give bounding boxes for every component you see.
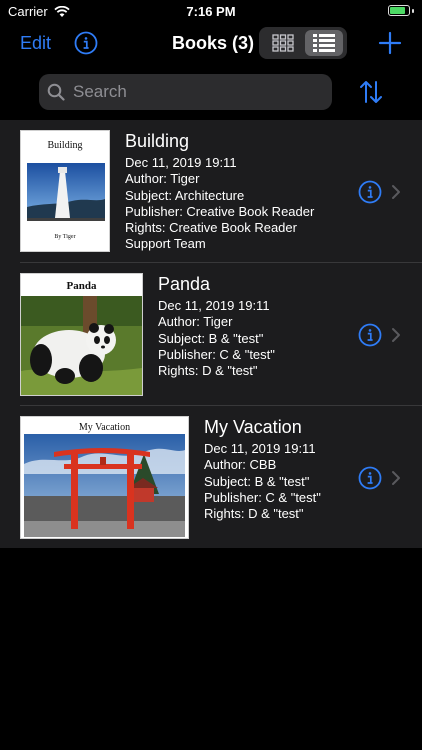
info-icon[interactable]: [358, 323, 382, 347]
chevron-right-icon: [392, 471, 400, 485]
chevron-right-icon: [392, 185, 400, 199]
grid-view-icon: [272, 34, 294, 52]
view-mode-switcher: [259, 27, 347, 59]
book-subject: Subject: B & "test": [204, 473, 310, 489]
book-subject: Subject: Architecture: [125, 187, 245, 203]
list-item[interactable]: My Vacation My Vacation Dec 11, 2019 19:…: [0, 406, 422, 548]
status-bar: Carrier 7:16 PM: [0, 0, 422, 24]
search-row: [0, 66, 422, 120]
cover-image-lighthouse: [27, 163, 105, 221]
list-item[interactable]: Building By Tiger Building Dec 11, 2019 …: [0, 120, 422, 263]
list-item[interactable]: Panda Panda Dec 11, 2019 19:11 Author: T…: [0, 263, 422, 406]
search-icon: [47, 83, 65, 101]
book-rights: Rights: D & "test": [158, 363, 258, 379]
book-date: Dec 11, 2019 19:11: [158, 298, 270, 313]
edit-button[interactable]: Edit: [20, 33, 51, 54]
list-view-button[interactable]: [305, 30, 343, 56]
grid-view-button[interactable]: [265, 31, 301, 55]
book-details: Building Dec 11, 2019 19:11 Author: Tige…: [125, 130, 314, 253]
list-view-icon: [313, 34, 335, 52]
book-list: Building By Tiger Building Dec 11, 2019 …: [0, 120, 422, 548]
search-bar[interactable]: [39, 74, 332, 110]
book-title: Panda: [158, 274, 211, 294]
status-time: 7:16 PM: [186, 4, 236, 19]
book-rights-continued: Support Team: [125, 236, 206, 252]
navigation-bar: Edit Books (3): [0, 24, 422, 66]
plus-icon[interactable]: [377, 30, 403, 56]
book-subject: Subject: B & "test": [158, 330, 264, 346]
book-title: My Vacation: [204, 417, 302, 437]
book-date: Dec 11, 2019 19:11: [204, 441, 316, 456]
cover-byline: By Tiger: [54, 234, 76, 240]
battery-icon: [388, 5, 414, 16]
book-author: Author: Tiger: [158, 314, 233, 330]
book-cover: Building By Tiger: [20, 130, 110, 252]
info-icon[interactable]: [358, 180, 382, 204]
book-publisher: Publisher: C & "test": [204, 489, 321, 505]
cover-title: My Vacation: [78, 422, 131, 433]
book-author: Author: Tiger: [125, 171, 200, 187]
sort-icon[interactable]: [357, 78, 385, 106]
cover-title: Panda: [66, 280, 97, 292]
cover-image-torii-gate: [24, 434, 185, 537]
book-cover: Panda: [20, 273, 143, 396]
cover-title: Building: [47, 140, 83, 151]
book-publisher: Publisher: C & "test": [158, 346, 275, 362]
book-rights: Rights: D & "test": [204, 506, 304, 522]
chevron-right-icon: [392, 328, 400, 342]
book-cover: My Vacation: [20, 416, 189, 539]
page-title: Books (3): [172, 33, 255, 53]
book-title: Building: [125, 131, 190, 151]
book-rights: Rights: Creative Book Reader: [125, 220, 297, 236]
book-details: Panda Dec 11, 2019 19:11 Author: Tiger S…: [158, 273, 275, 379]
book-author: Author: CBB: [204, 457, 277, 473]
info-icon[interactable]: [358, 466, 382, 490]
book-publisher: Publisher: Creative Book Reader: [125, 203, 315, 219]
book-details: My Vacation Dec 11, 2019 19:11 Author: C…: [204, 416, 321, 522]
battery-level: [390, 7, 405, 14]
book-date: Dec 11, 2019 19:11: [125, 155, 237, 170]
info-icon[interactable]: [74, 31, 98, 55]
cover-image-panda: [21, 296, 142, 395]
search-input[interactable]: [71, 81, 315, 103]
